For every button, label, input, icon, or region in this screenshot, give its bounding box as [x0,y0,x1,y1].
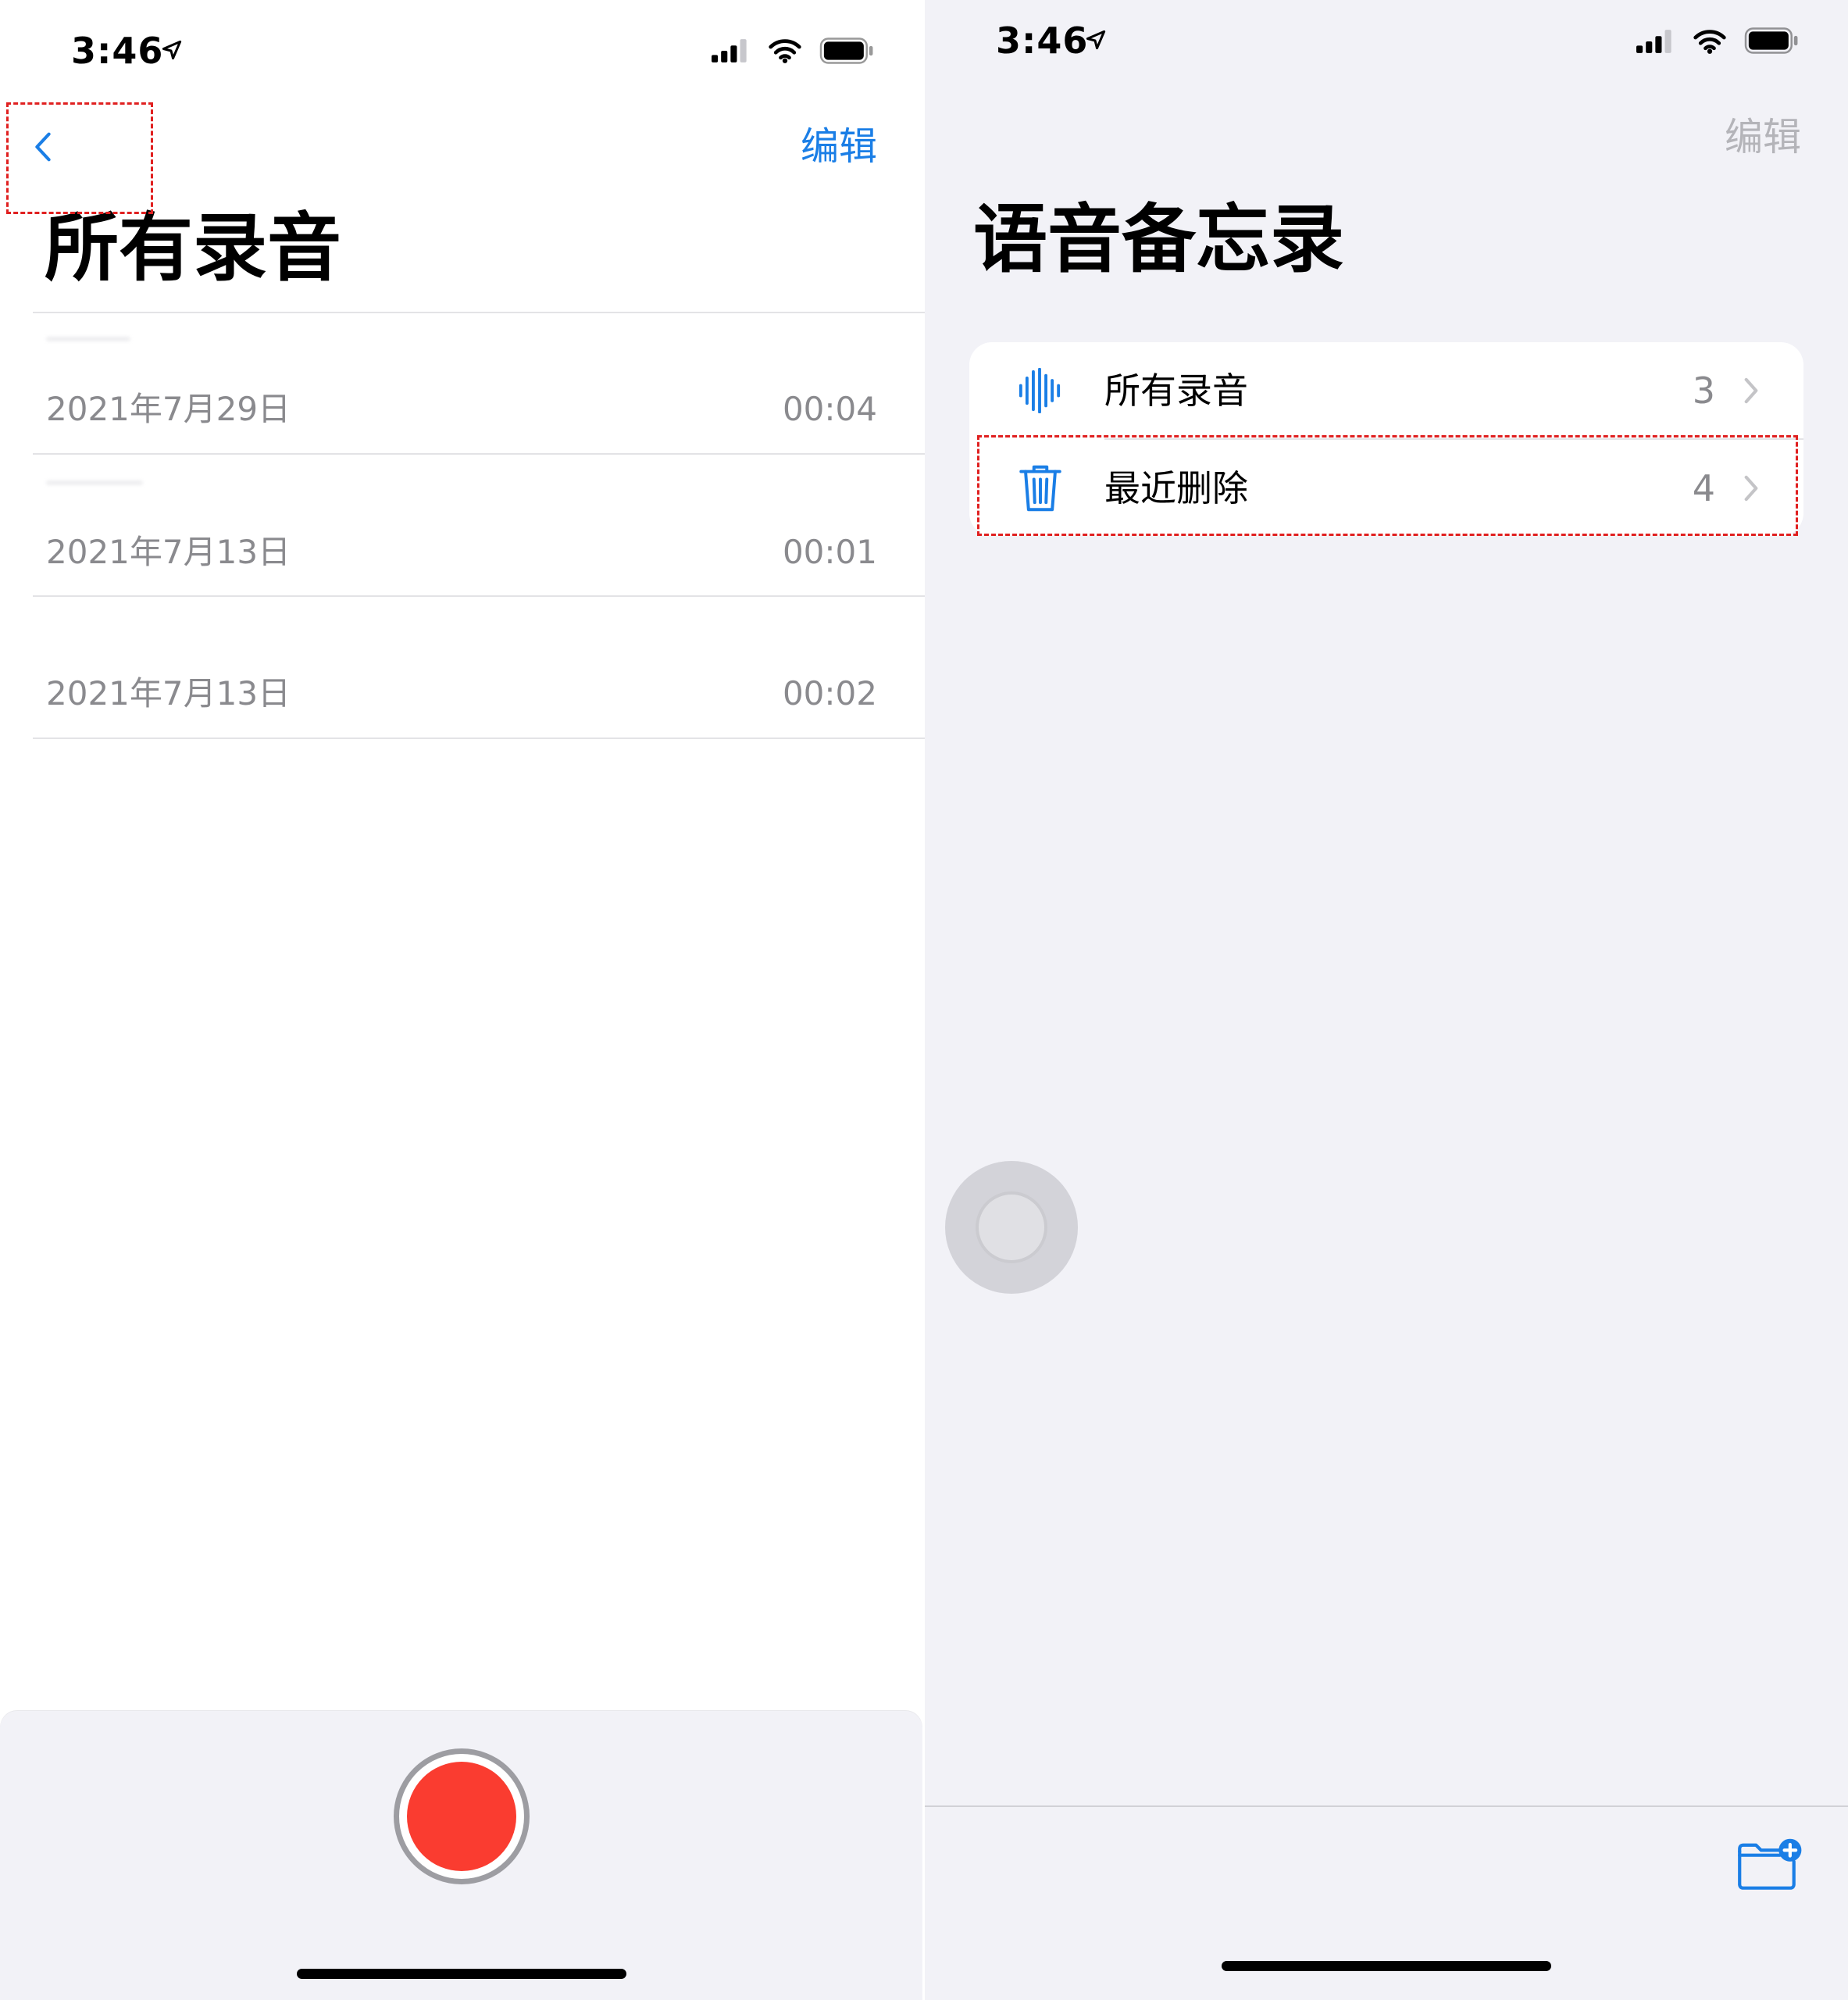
location-arrow-icon [162,40,182,60]
touch-indicator-center [976,1191,1047,1263]
home-indicator [1222,1961,1551,1971]
recording-duration: 00:04 [782,390,877,428]
recording-date: 2021年7月29日 [46,390,291,428]
folder-count: 3 [1692,370,1715,412]
record-button[interactable] [394,1748,530,1884]
wifi-icon [769,39,801,63]
waveform-icon [1019,368,1061,413]
recording-duration: 00:02 [782,674,877,712]
battery-icon [1744,27,1798,54]
edit-button[interactable]: 编辑 [1725,116,1801,159]
chevron-right-icon [1744,475,1758,502]
toolbar-divider [925,1805,1848,1807]
back-button[interactable] [23,122,62,172]
recording-duration: 00:01 [782,533,877,571]
all-recordings-screen: 3:46 编辑 所有录音 2021年7月29日 00:04 2021年7月13日… [0,0,925,2000]
page-title: 所有录音 [45,205,342,291]
recording-row[interactable]: 2021年7月13日 00:01 [0,455,925,596]
folder-count: 4 [1692,467,1715,509]
cellular-signal-icon [712,39,747,62]
voice-memos-screen: 3:46 编辑 语音备忘录 所有录音 3 最近删除 4 [925,0,1848,2000]
chevron-right-icon [1744,377,1758,404]
screen: 3:46 编辑 所有录音 2021年7月29日 00:04 2021年7月13日… [0,0,1848,2000]
list-divider [33,738,925,739]
record-dot-icon [407,1762,516,1871]
recording-row[interactable]: 2021年7月29日 00:04 [0,313,925,455]
home-indicator [297,1969,626,1979]
recording-title-redacted [46,337,130,341]
chevron-left-icon [35,132,51,162]
cellular-signal-icon [1636,30,1671,53]
folder-row-recently-deleted[interactable]: 最近删除 4 [969,440,1803,536]
status-time: 3:46 [71,30,164,72]
edit-button[interactable]: 编辑 [801,125,877,169]
location-arrow-icon [1086,30,1106,50]
folders-card: 所有录音 3 最近删除 4 [969,342,1803,536]
folder-row-all-recordings[interactable]: 所有录音 3 [969,342,1803,439]
battery-icon [819,38,873,64]
recording-date: 2021年7月13日 [46,674,291,712]
trash-icon [1019,465,1061,512]
wifi-icon [1693,30,1726,54]
page-title: 语音备忘录 [973,197,1345,283]
recording-row[interactable]: 2021年7月13日 00:02 [0,597,925,738]
recording-title-redacted [46,480,143,485]
new-folder-icon[interactable] [1737,1838,1803,1891]
status-time: 3:46 [996,20,1089,62]
folder-label: 最近删除 [1104,467,1248,509]
touch-indicator [945,1161,1078,1294]
recording-date: 2021年7月13日 [46,533,291,571]
folder-label: 所有录音 [1104,370,1248,412]
